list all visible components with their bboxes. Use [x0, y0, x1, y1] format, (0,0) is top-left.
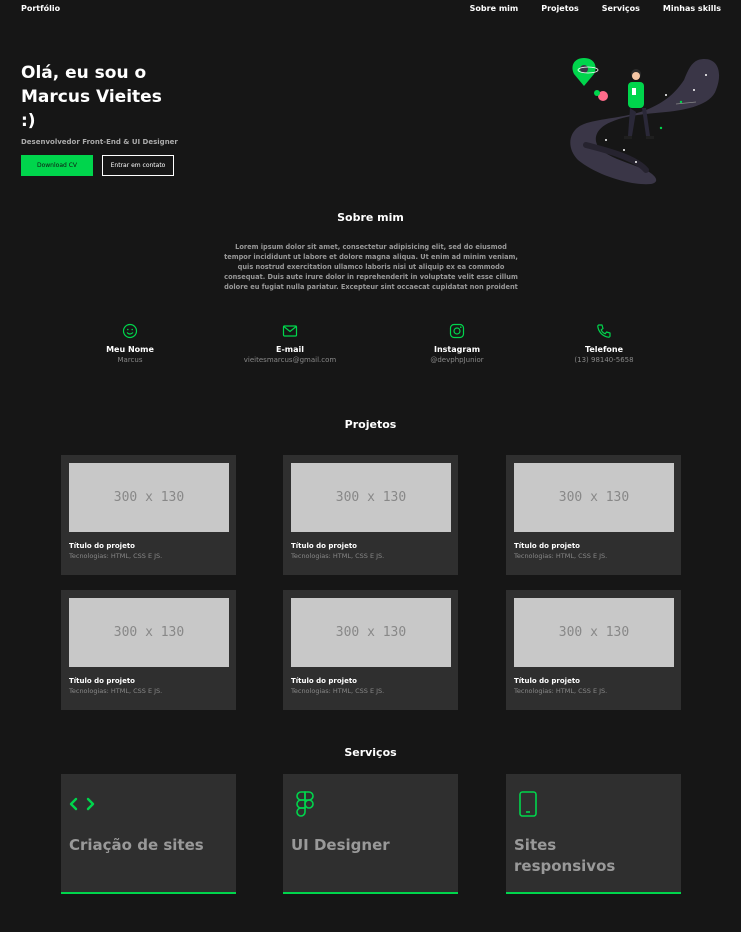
- hero-subtitle: Desenvolvedor Front-End & UI Designer: [21, 138, 178, 146]
- download-cv-button[interactable]: Download CV: [21, 155, 93, 176]
- nav-link-servicos[interactable]: Serviços: [602, 4, 640, 13]
- service-label: UI Designer: [291, 836, 390, 854]
- project-thumbnail: 300 x 130: [291, 598, 451, 667]
- contact-label: Instagram: [433, 345, 481, 354]
- contact-value[interactable]: @devphpJunior: [392, 356, 522, 364]
- contact-value: Marcus: [117, 356, 143, 364]
- hero-illustration: [570, 58, 720, 185]
- project-card[interactable]: 300 x 130 Título do projeto Tecnologias:…: [283, 455, 458, 575]
- project-tech: Tecnologias: HTML, CSS E JS.: [69, 687, 163, 695]
- service-card-sites-responsivos[interactable]: Sites responsivos: [506, 774, 681, 894]
- project-card[interactable]: 300 x 130 Título do projeto Tecnologias:…: [506, 590, 681, 710]
- project-thumbnail: 300 x 130: [291, 463, 451, 532]
- project-title: Título do projeto: [69, 542, 135, 550]
- project-card[interactable]: 300 x 130 Título do projeto Tecnologias:…: [506, 455, 681, 575]
- contact-name: Meu Nome Marcus: [65, 323, 195, 364]
- contact-label: Telefone: [584, 345, 624, 354]
- figma-icon: [296, 791, 314, 817]
- project-thumbnail: 300 x 130: [514, 463, 674, 532]
- project-title: Título do projeto: [514, 677, 580, 685]
- project-thumbnail: 300 x 130: [69, 598, 229, 667]
- contact-value: (13) 98140-5658: [574, 356, 634, 364]
- top-nav: Portfólio Sobre mim Projetos Serviços Mi…: [0, 0, 741, 18]
- hero-title: Olá, eu sou o Marcus Vieites :): [21, 63, 162, 131]
- project-thumbnail: 300 x 130: [69, 463, 229, 532]
- project-title: Título do projeto: [291, 677, 357, 685]
- contact-value[interactable]: vieitesmarcus@gmail.com: [225, 356, 355, 364]
- project-card[interactable]: 300 x 130 Título do projeto Tecnologias:…: [283, 590, 458, 710]
- project-card[interactable]: 300 x 130 Título do projeto Tecnologias:…: [61, 455, 236, 575]
- brand-logo[interactable]: Portfólio: [21, 4, 60, 13]
- service-label: Sites responsivos: [514, 836, 616, 875]
- project-title: Título do projeto: [514, 542, 580, 550]
- projects-title: Projetos: [344, 418, 397, 431]
- smile-icon: [122, 323, 138, 339]
- contact-email: E-mail vieitesmarcus@gmail.com: [225, 323, 355, 364]
- contact-phone: Telefone (13) 98140-5658: [539, 323, 669, 364]
- service-card-criacao-de-sites[interactable]: Criação de sites: [61, 774, 236, 894]
- project-card[interactable]: 300 x 130 Título do projeto Tecnologias:…: [61, 590, 236, 710]
- service-card-ui-designer[interactable]: UI Designer: [283, 774, 458, 894]
- nav-link-minhas-skills[interactable]: Minhas skills: [663, 4, 721, 13]
- code-icon: [69, 797, 95, 811]
- project-tech: Tecnologias: HTML, CSS E JS.: [291, 552, 385, 560]
- about-title: Sobre mim: [337, 211, 404, 224]
- nav-links: Sobre mim Projetos Serviços Minhas skill…: [470, 4, 721, 13]
- mail-icon: [282, 325, 298, 337]
- project-title: Título do projeto: [69, 677, 135, 685]
- contact-instagram: Instagram @devphpJunior: [392, 323, 522, 364]
- smartphone-icon: [519, 791, 537, 817]
- about-text: Lorem ipsum dolor sit amet, consectetur …: [224, 243, 518, 291]
- project-tech: Tecnologias: HTML, CSS E JS.: [291, 687, 385, 695]
- instagram-icon: [449, 323, 465, 339]
- phone-icon: [597, 324, 611, 338]
- services-title: Serviços: [344, 746, 397, 759]
- contact-label: Meu Nome: [106, 345, 154, 354]
- project-tech: Tecnologias: HTML, CSS E JS.: [69, 552, 163, 560]
- contact-button[interactable]: Entrar em contato: [102, 155, 174, 176]
- project-thumbnail: 300 x 130: [514, 598, 674, 667]
- project-tech: Tecnologias: HTML, CSS E JS.: [514, 687, 608, 695]
- service-label: Criação de sites: [69, 836, 204, 854]
- project-tech: Tecnologias: HTML, CSS E JS.: [514, 552, 608, 560]
- nav-link-sobre-mim[interactable]: Sobre mim: [470, 4, 519, 13]
- project-title: Título do projeto: [291, 542, 357, 550]
- contact-label: E-mail: [275, 345, 304, 354]
- nav-link-projetos[interactable]: Projetos: [541, 4, 579, 13]
